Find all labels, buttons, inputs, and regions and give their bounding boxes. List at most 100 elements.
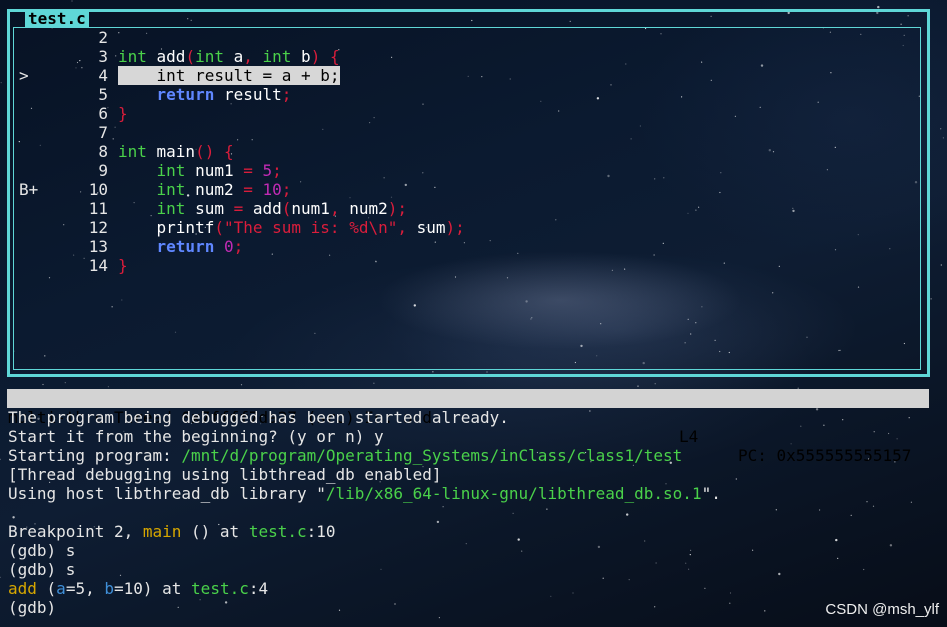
console-text: ".: [701, 484, 721, 503]
code-token: (: [281, 199, 292, 218]
source-line[interactable]: 3 int add(int a, int b) {: [0, 47, 900, 66]
code-token: num2: [195, 180, 244, 199]
console-text: test.c: [191, 579, 249, 598]
line-number: 8: [98, 142, 108, 161]
star: [729, 592, 732, 594]
code-token: int: [156, 161, 196, 180]
code-text: printf("The sum is: %d\n", sum);: [118, 218, 465, 237]
star: [107, 386, 109, 388]
source-line[interactable]: 12 printf("The sum is: %d\n", sum);: [0, 218, 900, 237]
code-token: ,: [397, 218, 417, 237]
console-text: /mnt/d/program/Operating_Systems/inClass…: [181, 446, 683, 465]
star: [823, 424, 825, 426]
source-line[interactable]: >4 int result = a + b;: [0, 66, 900, 85]
star: [735, 478, 737, 480]
line-number: 9: [98, 161, 108, 180]
star: [835, 538, 838, 542]
star: [872, 505, 875, 507]
console-text: Using host libthread_db library ": [8, 484, 326, 503]
console-line: Starting program: /mnt/d/program/Operati…: [8, 446, 721, 465]
code-token: ;: [272, 161, 282, 180]
code-token: printf: [118, 218, 215, 237]
console-text: (gdb) s: [8, 560, 76, 579]
gdb-console[interactable]: The program being debugged has been star…: [8, 408, 721, 617]
code-text: return result;: [118, 85, 292, 104]
console-text: () at: [181, 522, 249, 541]
code-text: return 0;: [118, 237, 244, 256]
source-line[interactable]: 8 int main() {: [0, 142, 900, 161]
code-token: ) {: [310, 47, 340, 66]
console-line: (gdb) s: [8, 541, 721, 560]
star: [866, 501, 868, 503]
star: [764, 610, 766, 612]
console-line: (gdb): [8, 598, 721, 617]
source-line[interactable]: 9 int num1 = 5;: [0, 161, 900, 180]
console-text: b: [104, 579, 114, 598]
console-text: test.c: [248, 522, 307, 541]
line-number: 6: [98, 104, 108, 123]
star: [863, 568, 865, 571]
console-text: /lib/x86_64-linux-gnu/libthread_db.so.1: [325, 484, 702, 503]
console-text: main: [142, 522, 182, 541]
code-text: }: [118, 104, 128, 123]
code-token: =: [233, 199, 253, 218]
current-line-marker: >: [19, 66, 29, 85]
code-token: add: [252, 199, 282, 218]
line-number: 10: [88, 180, 108, 199]
code-token: int: [195, 47, 234, 66]
status-bar: multi-thre Thread 0x7ffff7da27 (src) In:…: [7, 389, 929, 465]
code-text: }: [118, 256, 128, 275]
code-token: ;: [233, 237, 244, 256]
code-token: sum: [195, 199, 234, 218]
source-line[interactable]: 13 return 0;: [0, 237, 900, 256]
code-token: int result = a + b;: [118, 66, 340, 85]
status-program-counter: PC: 0x555555555157: [738, 446, 912, 465]
code-token: 5: [262, 161, 273, 180]
console-text: Start it from the beginning? (y or n) y: [8, 427, 384, 446]
source-line[interactable]: 6}: [0, 104, 900, 123]
star: [64, 382, 66, 384]
code-token: result: [223, 85, 282, 104]
source-line[interactable]: 5 return result;: [0, 85, 900, 104]
console-text: Starting program:: [8, 446, 182, 465]
code-text: int num2 = 10;: [118, 180, 292, 199]
code-token: );: [387, 199, 407, 218]
code-token: main: [156, 142, 196, 161]
source-line[interactable]: B+ 10 int num2 = 10;: [0, 180, 900, 199]
source-line[interactable]: 2: [0, 28, 900, 47]
star: [729, 602, 731, 604]
star: [877, 5, 880, 9]
breakpoint-marker: B+: [19, 180, 39, 199]
star: [908, 417, 910, 419]
code-token: int: [118, 47, 157, 66]
console-text: =5,: [65, 579, 105, 598]
star: [930, 298, 932, 300]
watermark: CSDN @msh_ylf: [825, 601, 939, 618]
star: [850, 514, 852, 517]
console-line: Breakpoint 2, main () at test.c:10: [8, 522, 721, 541]
console-line: Using host libthread_db library "/lib/x8…: [8, 484, 721, 503]
line-number: 11: [88, 199, 108, 218]
code-token: 10: [262, 180, 282, 199]
code-token: () {: [195, 142, 234, 161]
code-token: =: [243, 161, 263, 180]
source-line[interactable]: 7: [0, 123, 900, 142]
star: [889, 544, 893, 547]
line-number: 5: [98, 85, 108, 104]
code-token: ,: [329, 199, 350, 218]
console-text: =10) at: [113, 579, 192, 598]
source-line[interactable]: 14}: [0, 256, 900, 275]
star: [42, 383, 44, 386]
code-token: int: [156, 199, 196, 218]
star: [71, 0, 73, 2]
source-line[interactable]: 11 int sum = add(num1, num2);: [0, 199, 900, 218]
star: [940, 264, 942, 266]
star: [910, 501, 913, 503]
code-token: }: [118, 256, 128, 275]
line-number: 7: [98, 123, 108, 142]
